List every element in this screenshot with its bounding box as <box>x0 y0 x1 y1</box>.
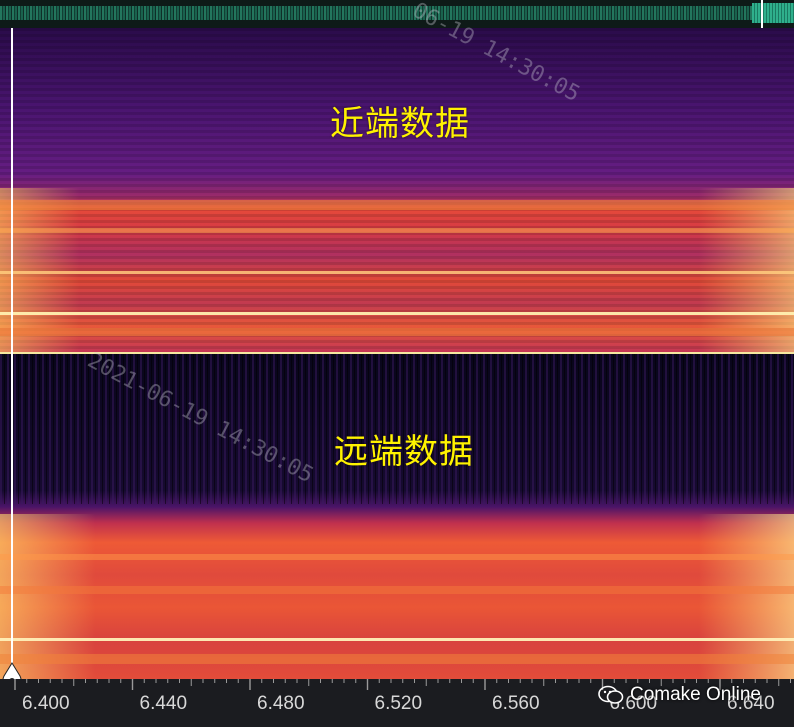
overview-cursor[interactable] <box>761 0 763 28</box>
ruler-tick-label: 6.480 <box>257 693 305 714</box>
waveform-overview[interactable] <box>0 0 794 28</box>
overview-selection <box>752 3 794 23</box>
wechat-icon <box>598 685 624 704</box>
brand-name: Comake Online <box>630 684 761 705</box>
overview-waveform-icon <box>0 6 794 20</box>
ruler-tick-label: 6.520 <box>374 693 423 714</box>
brand-watermark: Comake Online <box>598 684 761 706</box>
ruler-tick-label: 6.400 <box>22 693 70 714</box>
far-end-label: 远端数据 <box>334 432 474 472</box>
near-spectrogram-image <box>0 28 794 352</box>
far-spectrogram-image <box>0 354 794 679</box>
spectrogram-editor: 近端数据 远端数据 06-19 14:30:05 2021-06-19 14:3… <box>0 0 794 727</box>
ruler-tick-label: 6.560 <box>492 693 540 714</box>
near-end-spectrogram[interactable]: 近端数据 <box>0 28 794 352</box>
playhead-cursor[interactable] <box>11 28 13 676</box>
far-end-spectrogram[interactable]: 远端数据 <box>0 354 794 679</box>
ruler-tick-label: 6.440 <box>139 693 188 714</box>
near-end-label: 近端数据 <box>330 104 470 144</box>
